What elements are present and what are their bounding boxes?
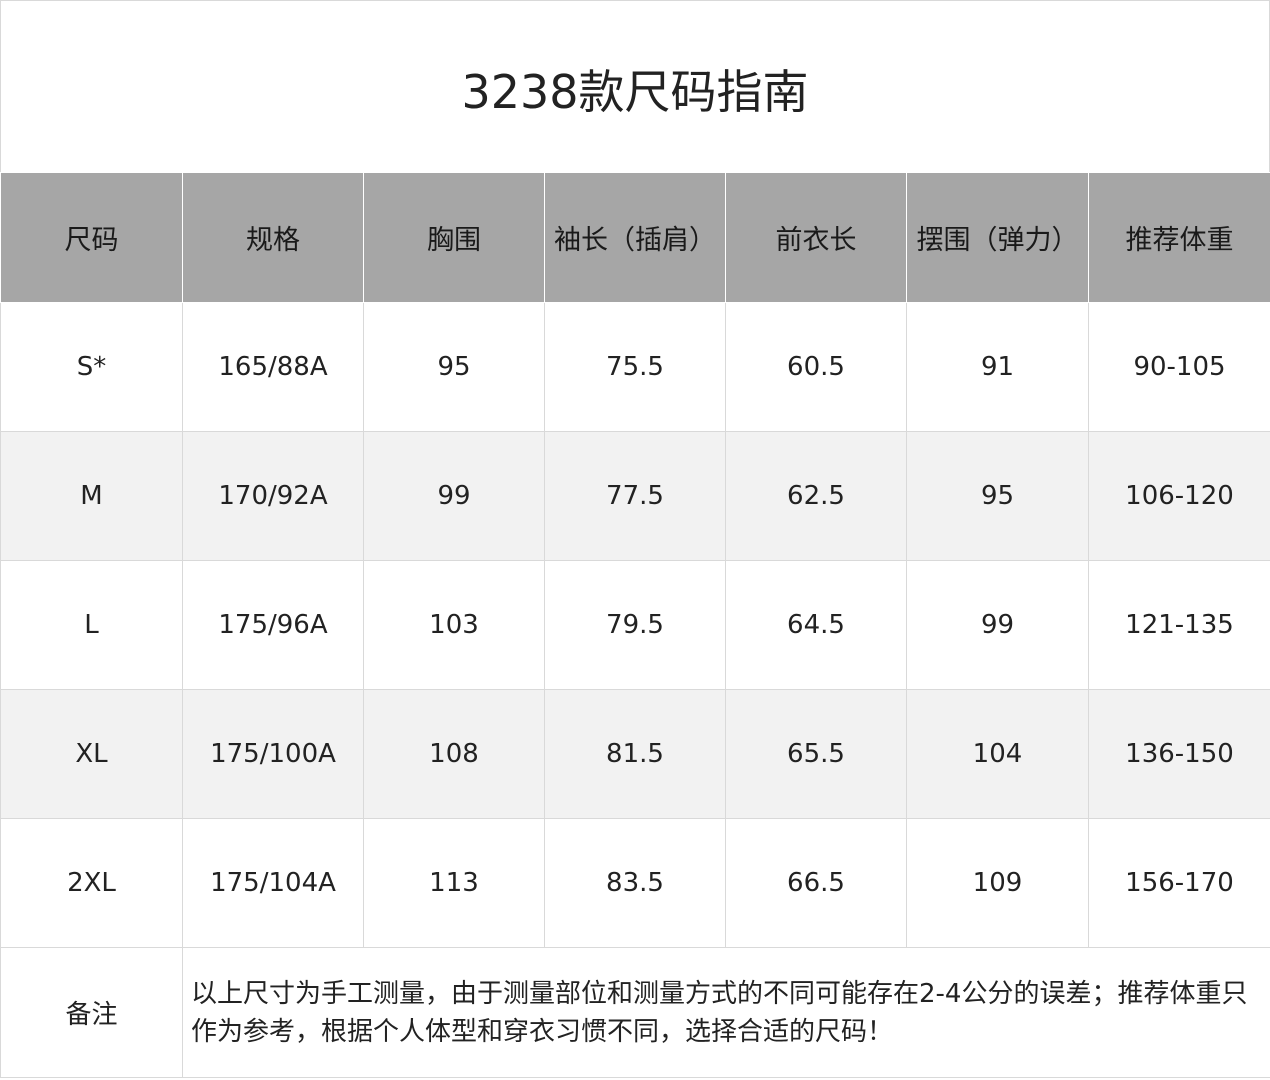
title-band: 3238款尺码指南 (0, 0, 1270, 172)
cell-sleeve: 77.5 (544, 431, 726, 561)
cell-front-length: 66.5 (725, 818, 907, 948)
cell-size: 2XL (0, 818, 183, 948)
cell-spec: 175/96A (182, 560, 364, 690)
header-weight: 推荐体重 (1088, 172, 1270, 303)
cell-hem: 95 (906, 431, 1089, 561)
cell-hem: 109 (906, 818, 1089, 948)
header-spec: 规格 (182, 172, 364, 303)
cell-front-length: 65.5 (725, 689, 907, 819)
page-title: 3238款尺码指南 (461, 64, 809, 119)
table-row: 2XL 175/104A 113 83.5 66.5 109 156-170 (0, 818, 1270, 948)
header-front-length: 前衣长 (725, 172, 907, 303)
header-sleeve: 袖长（插肩） (544, 172, 726, 303)
cell-sleeve: 83.5 (544, 818, 726, 948)
note-text: 以上尺寸为手工测量，由于测量部位和测量方式的不同可能存在2-4公分的误差；推荐体… (182, 947, 1270, 1078)
size-guide-sheet: 3238款尺码指南 尺码 规格 胸围 袖长（插肩） 前衣长 摆围（弹力） 推荐体… (0, 0, 1270, 1080)
table-row: S* 165/88A 95 75.5 60.5 91 90-105 (0, 302, 1270, 432)
cell-chest: 99 (363, 431, 545, 561)
cell-chest: 113 (363, 818, 545, 948)
table-row: L 175/96A 103 79.5 64.5 99 121-135 (0, 560, 1270, 690)
header-chest: 胸围 (363, 172, 545, 303)
cell-hem: 91 (906, 302, 1089, 432)
cell-chest: 95 (363, 302, 545, 432)
cell-spec: 175/104A (182, 818, 364, 948)
header-hem: 摆围（弹力） (906, 172, 1089, 303)
note-row: 备注 以上尺寸为手工测量，由于测量部位和测量方式的不同可能存在2-4公分的误差；… (0, 947, 1270, 1078)
table-row: XL 175/100A 108 81.5 65.5 104 136-150 (0, 689, 1270, 819)
cell-size: S* (0, 302, 183, 432)
table-row: M 170/92A 99 77.5 62.5 95 106-120 (0, 431, 1270, 561)
cell-chest: 103 (363, 560, 545, 690)
cell-weight: 136-150 (1088, 689, 1270, 819)
note-label: 备注 (0, 947, 183, 1078)
cell-weight: 90-105 (1088, 302, 1270, 432)
cell-size: XL (0, 689, 183, 819)
cell-hem: 99 (906, 560, 1089, 690)
header-size: 尺码 (0, 172, 183, 303)
cell-sleeve: 79.5 (544, 560, 726, 690)
cell-front-length: 60.5 (725, 302, 907, 432)
cell-weight: 156-170 (1088, 818, 1270, 948)
cell-weight: 106-120 (1088, 431, 1270, 561)
cell-spec: 175/100A (182, 689, 364, 819)
cell-spec: 170/92A (182, 431, 364, 561)
cell-sleeve: 75.5 (544, 302, 726, 432)
cell-weight: 121-135 (1088, 560, 1270, 690)
cell-chest: 108 (363, 689, 545, 819)
header-row: 尺码 规格 胸围 袖长（插肩） 前衣长 摆围（弹力） 推荐体重 (0, 172, 1270, 303)
cell-sleeve: 81.5 (544, 689, 726, 819)
cell-front-length: 64.5 (725, 560, 907, 690)
cell-front-length: 62.5 (725, 431, 907, 561)
cell-size: M (0, 431, 183, 561)
cell-spec: 165/88A (182, 302, 364, 432)
cell-size: L (0, 560, 183, 690)
cell-hem: 104 (906, 689, 1089, 819)
size-table: 尺码 规格 胸围 袖长（插肩） 前衣长 摆围（弹力） 推荐体重 S* 165/8… (0, 172, 1270, 1078)
